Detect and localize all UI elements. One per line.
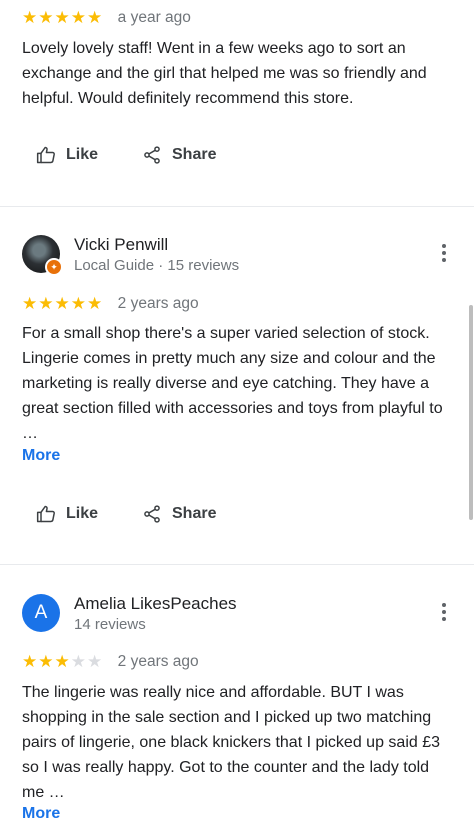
star-icon: ★★★ bbox=[22, 652, 71, 671]
star-icon: ★★★★★ bbox=[22, 294, 104, 313]
star-empty-icon: ★★ bbox=[70, 652, 104, 671]
star-rating: ★★★★★ bbox=[22, 652, 103, 672]
review-text: For a small shop there's a super varied … bbox=[22, 325, 443, 442]
star-rating: ★★★★★ bbox=[22, 294, 103, 314]
divider bbox=[0, 206, 474, 207]
review-3-rating: ★★★★★ 2 years ago bbox=[22, 652, 199, 674]
thumb-up-icon bbox=[36, 146, 55, 164]
review-date: a year ago bbox=[117, 9, 191, 26]
more-vert-icon[interactable] bbox=[434, 600, 454, 626]
thumb-up-icon bbox=[36, 505, 55, 523]
review-3-header: A Amelia LikesPeaches 14 reviews bbox=[22, 594, 454, 642]
share-label: Share bbox=[172, 146, 217, 163]
reviewer-meta: 14 reviews bbox=[74, 616, 146, 633]
reviewer-name[interactable]: Amelia LikesPeaches bbox=[74, 594, 237, 614]
avatar[interactable]: A bbox=[22, 594, 60, 632]
more-link[interactable]: More bbox=[22, 447, 60, 465]
share-button[interactable]: Share bbox=[142, 143, 232, 167]
share-icon bbox=[144, 505, 160, 523]
review-2-header: ✦ Vicki Penwill Local Guide · 15 reviews bbox=[22, 235, 454, 283]
star-rating: ★★★★★ bbox=[22, 8, 103, 28]
star-icon: ★★★★★ bbox=[22, 8, 104, 27]
like-button[interactable]: Like bbox=[36, 143, 106, 167]
local-guide-badge-icon: ✦ bbox=[45, 258, 63, 276]
like-label: Like bbox=[66, 146, 99, 163]
like-label: Like bbox=[66, 505, 99, 522]
share-icon bbox=[144, 146, 160, 164]
share-button[interactable]: Share bbox=[142, 502, 232, 526]
share-label: Share bbox=[172, 505, 217, 522]
more-link[interactable]: More bbox=[22, 805, 60, 823]
review-text: Lovely lovely staff! Went in a few weeks… bbox=[22, 40, 427, 107]
review-1-rating: ★★★★★ a year ago bbox=[22, 8, 191, 30]
review-date: 2 years ago bbox=[117, 653, 199, 670]
review-text: The lingerie was really nice and afforda… bbox=[22, 684, 441, 801]
review-date: 2 years ago bbox=[117, 295, 199, 312]
more-vert-icon[interactable] bbox=[434, 241, 454, 267]
scrollbar[interactable] bbox=[469, 305, 473, 520]
divider bbox=[0, 564, 474, 565]
reviewer-name[interactable]: Vicki Penwill bbox=[74, 235, 168, 255]
review-2-rating: ★★★★★ 2 years ago bbox=[22, 294, 199, 316]
reviewer-meta: Local Guide · 15 reviews bbox=[74, 257, 240, 274]
like-button[interactable]: Like bbox=[36, 502, 106, 526]
